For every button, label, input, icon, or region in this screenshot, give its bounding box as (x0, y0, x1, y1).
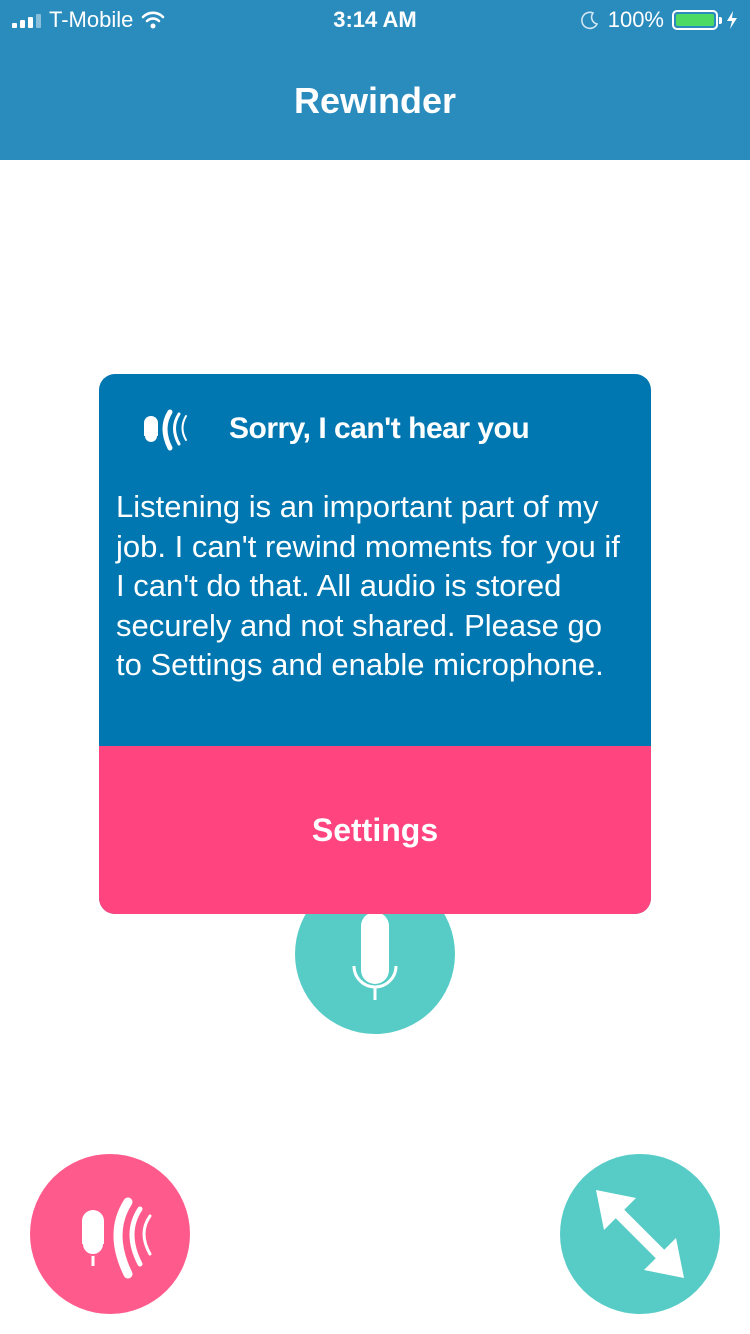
page-title: Rewinder (293, 80, 457, 121)
battery-percent: 100% (607, 7, 664, 32)
settings-button[interactable]: Settings (99, 746, 651, 914)
expand-arrows-icon (596, 1190, 684, 1278)
listening-icon (143, 409, 187, 451)
dialog-title: Sorry, I can't hear you (229, 412, 530, 445)
moon-icon (580, 11, 598, 30)
app-header: T-Mobile 3:14 AM 100% Rewinder (0, 0, 750, 160)
listening-icon (81, 1197, 152, 1279)
charging-icon (727, 11, 737, 29)
battery-icon (672, 10, 722, 30)
status-bar: T-Mobile 3:14 AM 100% (0, 0, 750, 40)
expand-button[interactable] (560, 1154, 720, 1314)
rewind-listen-button[interactable] (30, 1154, 190, 1314)
microphone-permission-dialog: Sorry, I can't hear you Listening is an … (99, 374, 651, 914)
dialog-message: Listening is an important part of my job… (116, 489, 620, 682)
